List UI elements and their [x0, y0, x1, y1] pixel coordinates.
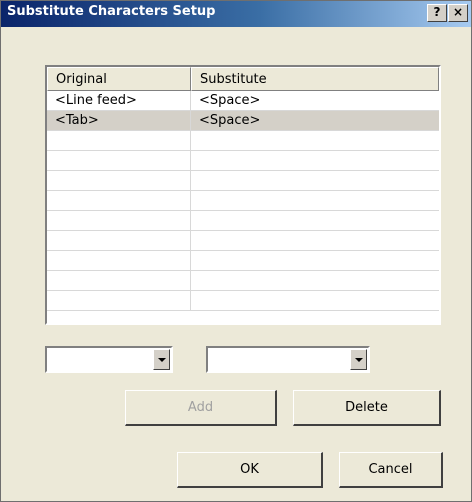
substitute-cell[interactable]: [191, 291, 439, 310]
substitute-cell[interactable]: [191, 251, 439, 270]
substitution-table[interactable]: Original Substitute <Line feed> <Space> <T…: [45, 65, 441, 325]
substitute-cell[interactable]: [191, 151, 439, 170]
table-row[interactable]: [47, 191, 439, 211]
original-cell[interactable]: [47, 291, 191, 310]
original-cell[interactable]: [47, 191, 191, 210]
original-cell[interactable]: <Tab>: [47, 111, 191, 130]
substitute-cell[interactable]: [191, 271, 439, 290]
substitute-character-dropdown[interactable]: [206, 346, 370, 373]
original-cell[interactable]: [47, 271, 191, 290]
original-cell[interactable]: [47, 231, 191, 250]
chevron-down-icon[interactable]: [350, 349, 367, 370]
substitute-cell[interactable]: [191, 231, 439, 250]
table-row[interactable]: <Tab> <Space>: [47, 111, 439, 131]
original-cell[interactable]: [47, 211, 191, 230]
window-title: Substitute Characters Setup: [7, 4, 216, 19]
close-button[interactable]: ×: [448, 4, 468, 22]
chevron-down-icon[interactable]: [153, 349, 170, 370]
column-header-original[interactable]: Original: [47, 67, 191, 91]
table-row[interactable]: [47, 271, 439, 291]
column-header-substitute[interactable]: Substitute: [191, 67, 439, 91]
table-row[interactable]: <Line feed> <Space>: [47, 91, 439, 111]
cancel-button[interactable]: Cancel: [339, 452, 443, 488]
table-header: Original Substitute: [47, 67, 439, 91]
original-cell[interactable]: [47, 151, 191, 170]
delete-button[interactable]: Delete: [293, 390, 441, 426]
table-row[interactable]: [47, 171, 439, 191]
close-icon: ×: [452, 5, 464, 19]
title-bar[interactable]: Substitute Characters Setup ? ×: [1, 1, 471, 27]
substitute-cell[interactable]: [191, 131, 439, 150]
add-button[interactable]: Add: [125, 390, 277, 426]
ok-button[interactable]: OK: [177, 452, 323, 488]
substitute-cell[interactable]: <Space>: [191, 91, 439, 110]
table-row[interactable]: [47, 151, 439, 171]
substitute-cell[interactable]: [191, 211, 439, 230]
help-button[interactable]: ?: [427, 4, 447, 22]
table-row[interactable]: [47, 131, 439, 151]
substitute-characters-dialog: Substitute Characters Setup ? × Original…: [0, 0, 472, 502]
original-cell[interactable]: [47, 171, 191, 190]
table-body: <Line feed> <Space> <Tab> <Space>: [47, 91, 439, 323]
substitute-cell[interactable]: [191, 191, 439, 210]
substitute-cell[interactable]: <Space>: [191, 111, 439, 130]
substitute-cell[interactable]: [191, 171, 439, 190]
original-character-dropdown[interactable]: [45, 346, 173, 373]
table-row[interactable]: [47, 211, 439, 231]
table-row[interactable]: [47, 291, 439, 311]
table-row[interactable]: [47, 251, 439, 271]
table-row[interactable]: [47, 231, 439, 251]
help-icon: ?: [433, 5, 441, 19]
original-cell[interactable]: [47, 131, 191, 150]
original-cell[interactable]: [47, 251, 191, 270]
original-cell[interactable]: <Line feed>: [47, 91, 191, 110]
